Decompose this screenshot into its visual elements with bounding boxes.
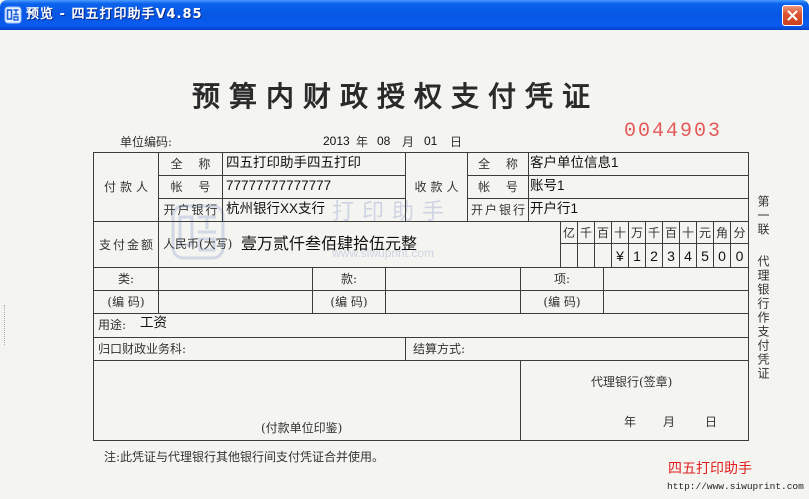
- payee-label: 收款人: [405, 152, 468, 222]
- close-button[interactable]: [782, 5, 803, 26]
- amount-digit: [577, 243, 595, 268]
- settlement-method-label: 结算方式:: [405, 337, 749, 361]
- voucher-note: 注:此凭证与代理银行其他银行间支付凭证合并使用。: [104, 450, 385, 464]
- purpose-value: 工资: [140, 315, 167, 330]
- date-day: 01: [424, 134, 438, 148]
- payer-name-label: 全 称: [158, 152, 223, 176]
- amount-in-words-cell: 人民币(大写) 壹万贰仟叁佰肆拾伍元整: [158, 221, 561, 268]
- section-code-label: (编 码): [312, 290, 386, 314]
- amount-unit-header: 角: [713, 221, 731, 244]
- date-month: 08: [377, 134, 391, 148]
- amount-digit: 5: [696, 243, 714, 268]
- agent-bank-day-label: 日: [705, 415, 718, 429]
- payee-bank-label: 开户银行: [467, 198, 529, 222]
- footer-brand: 四五打印助手: [668, 461, 752, 477]
- agent-bank-seal-label: 代理银行(签章): [591, 375, 673, 389]
- app-logo-icon: [4, 6, 22, 24]
- payer-seal-area: (付款单位印鉴): [93, 360, 521, 441]
- payee-name-label: 全 称: [467, 152, 529, 176]
- item-value: [603, 267, 749, 291]
- date-day-label: 日: [450, 135, 463, 149]
- amount-unit-header: 十: [611, 221, 629, 244]
- serial-number: 0044903: [624, 120, 723, 143]
- date-month-label: 月: [402, 135, 415, 149]
- amount-unit-header: 千: [577, 221, 595, 244]
- section-label: 款:: [312, 267, 386, 291]
- amount-unit-header: 万: [628, 221, 646, 244]
- amount-digit: 2: [645, 243, 663, 268]
- section-value: [385, 267, 521, 291]
- item-label: 项:: [520, 267, 604, 291]
- amount-unit-header: 元: [696, 221, 714, 244]
- payer-bank-value: 杭州银行XX支行: [222, 198, 406, 222]
- purpose-label: 用途:: [98, 318, 127, 332]
- close-icon: [787, 10, 798, 21]
- rmb-uppercase-label: 人民币(大写): [163, 237, 233, 251]
- payee-name-value: 客户单位信息1: [528, 152, 749, 176]
- amount-unit-header: 亿: [560, 221, 578, 244]
- amount-digit: 0: [713, 243, 731, 268]
- finance-dept-label: 归口财政业务科:: [93, 337, 406, 361]
- amount-digit: ¥: [611, 243, 629, 268]
- amount-in-words: 壹万贰仟叁佰肆拾伍元整: [241, 236, 418, 253]
- perforation-mark: [4, 305, 5, 345]
- category-code-label: (编 码): [93, 290, 159, 314]
- payer-name-value: 四五打印助手四五打印: [222, 152, 406, 176]
- copy-purpose-label: 代理银行作支付凭证: [756, 255, 770, 381]
- voucher-title: 预算内财政授权支付凭证: [192, 80, 600, 113]
- agent-bank-year-label: 年: [624, 415, 637, 429]
- payer-account-value: 77777777777777: [222, 175, 406, 199]
- purpose-row: 用途: 工资: [93, 313, 749, 338]
- voucher-table: 付款人 全 称 帐 号 开户银行 四五打印助手四五打印 777777777777…: [93, 152, 749, 441]
- unit-code-label: 单位编码:: [120, 135, 173, 149]
- payee-account-value: 账号1: [528, 175, 749, 199]
- amount-digit: 4: [679, 243, 697, 268]
- amount-unit-header: 百: [662, 221, 680, 244]
- amount-digit: 3: [662, 243, 680, 268]
- item-code-label: (编 码): [520, 290, 604, 314]
- agent-bank-month-label: 月: [663, 415, 676, 429]
- category-code-value: [158, 290, 313, 314]
- payee-bank-value: 开户行1: [528, 198, 749, 222]
- agent-bank-seal-area: 代理银行(签章) 年 月 日: [520, 360, 749, 441]
- category-label: 类:: [93, 267, 159, 291]
- amount-unit-header: 十: [679, 221, 697, 244]
- copy-number-label: 第一联: [756, 195, 770, 237]
- amount-unit-header: 分: [730, 221, 749, 244]
- amount-digit: [560, 243, 578, 268]
- category-value: [158, 267, 313, 291]
- amount-digit: 0: [730, 243, 749, 268]
- amount-unit-header: 百: [594, 221, 612, 244]
- amount-digit: [594, 243, 612, 268]
- item-code-value: [603, 290, 749, 314]
- payer-seal-label: (付款单位印鉴): [261, 421, 343, 435]
- window-title-bar[interactable]: 预览 - 四五打印助手V4.85: [0, 0, 809, 30]
- payer-bank-label: 开户银行: [158, 198, 223, 222]
- payer-account-label: 帐 号: [158, 175, 223, 199]
- amount-digit: 1: [628, 243, 646, 268]
- date-year: 2013: [323, 134, 350, 148]
- amount-unit-header: 千: [645, 221, 663, 244]
- payee-account-label: 帐 号: [467, 175, 529, 199]
- payer-label: 付款人: [93, 152, 159, 222]
- date-year-label: 年: [356, 135, 369, 149]
- footer-url: http://www.siwuprint.com: [667, 481, 804, 492]
- window-title: 预览 - 四五打印助手V4.85: [26, 7, 203, 22]
- amount-label: 支付金额: [93, 221, 159, 268]
- section-code-value: [385, 290, 521, 314]
